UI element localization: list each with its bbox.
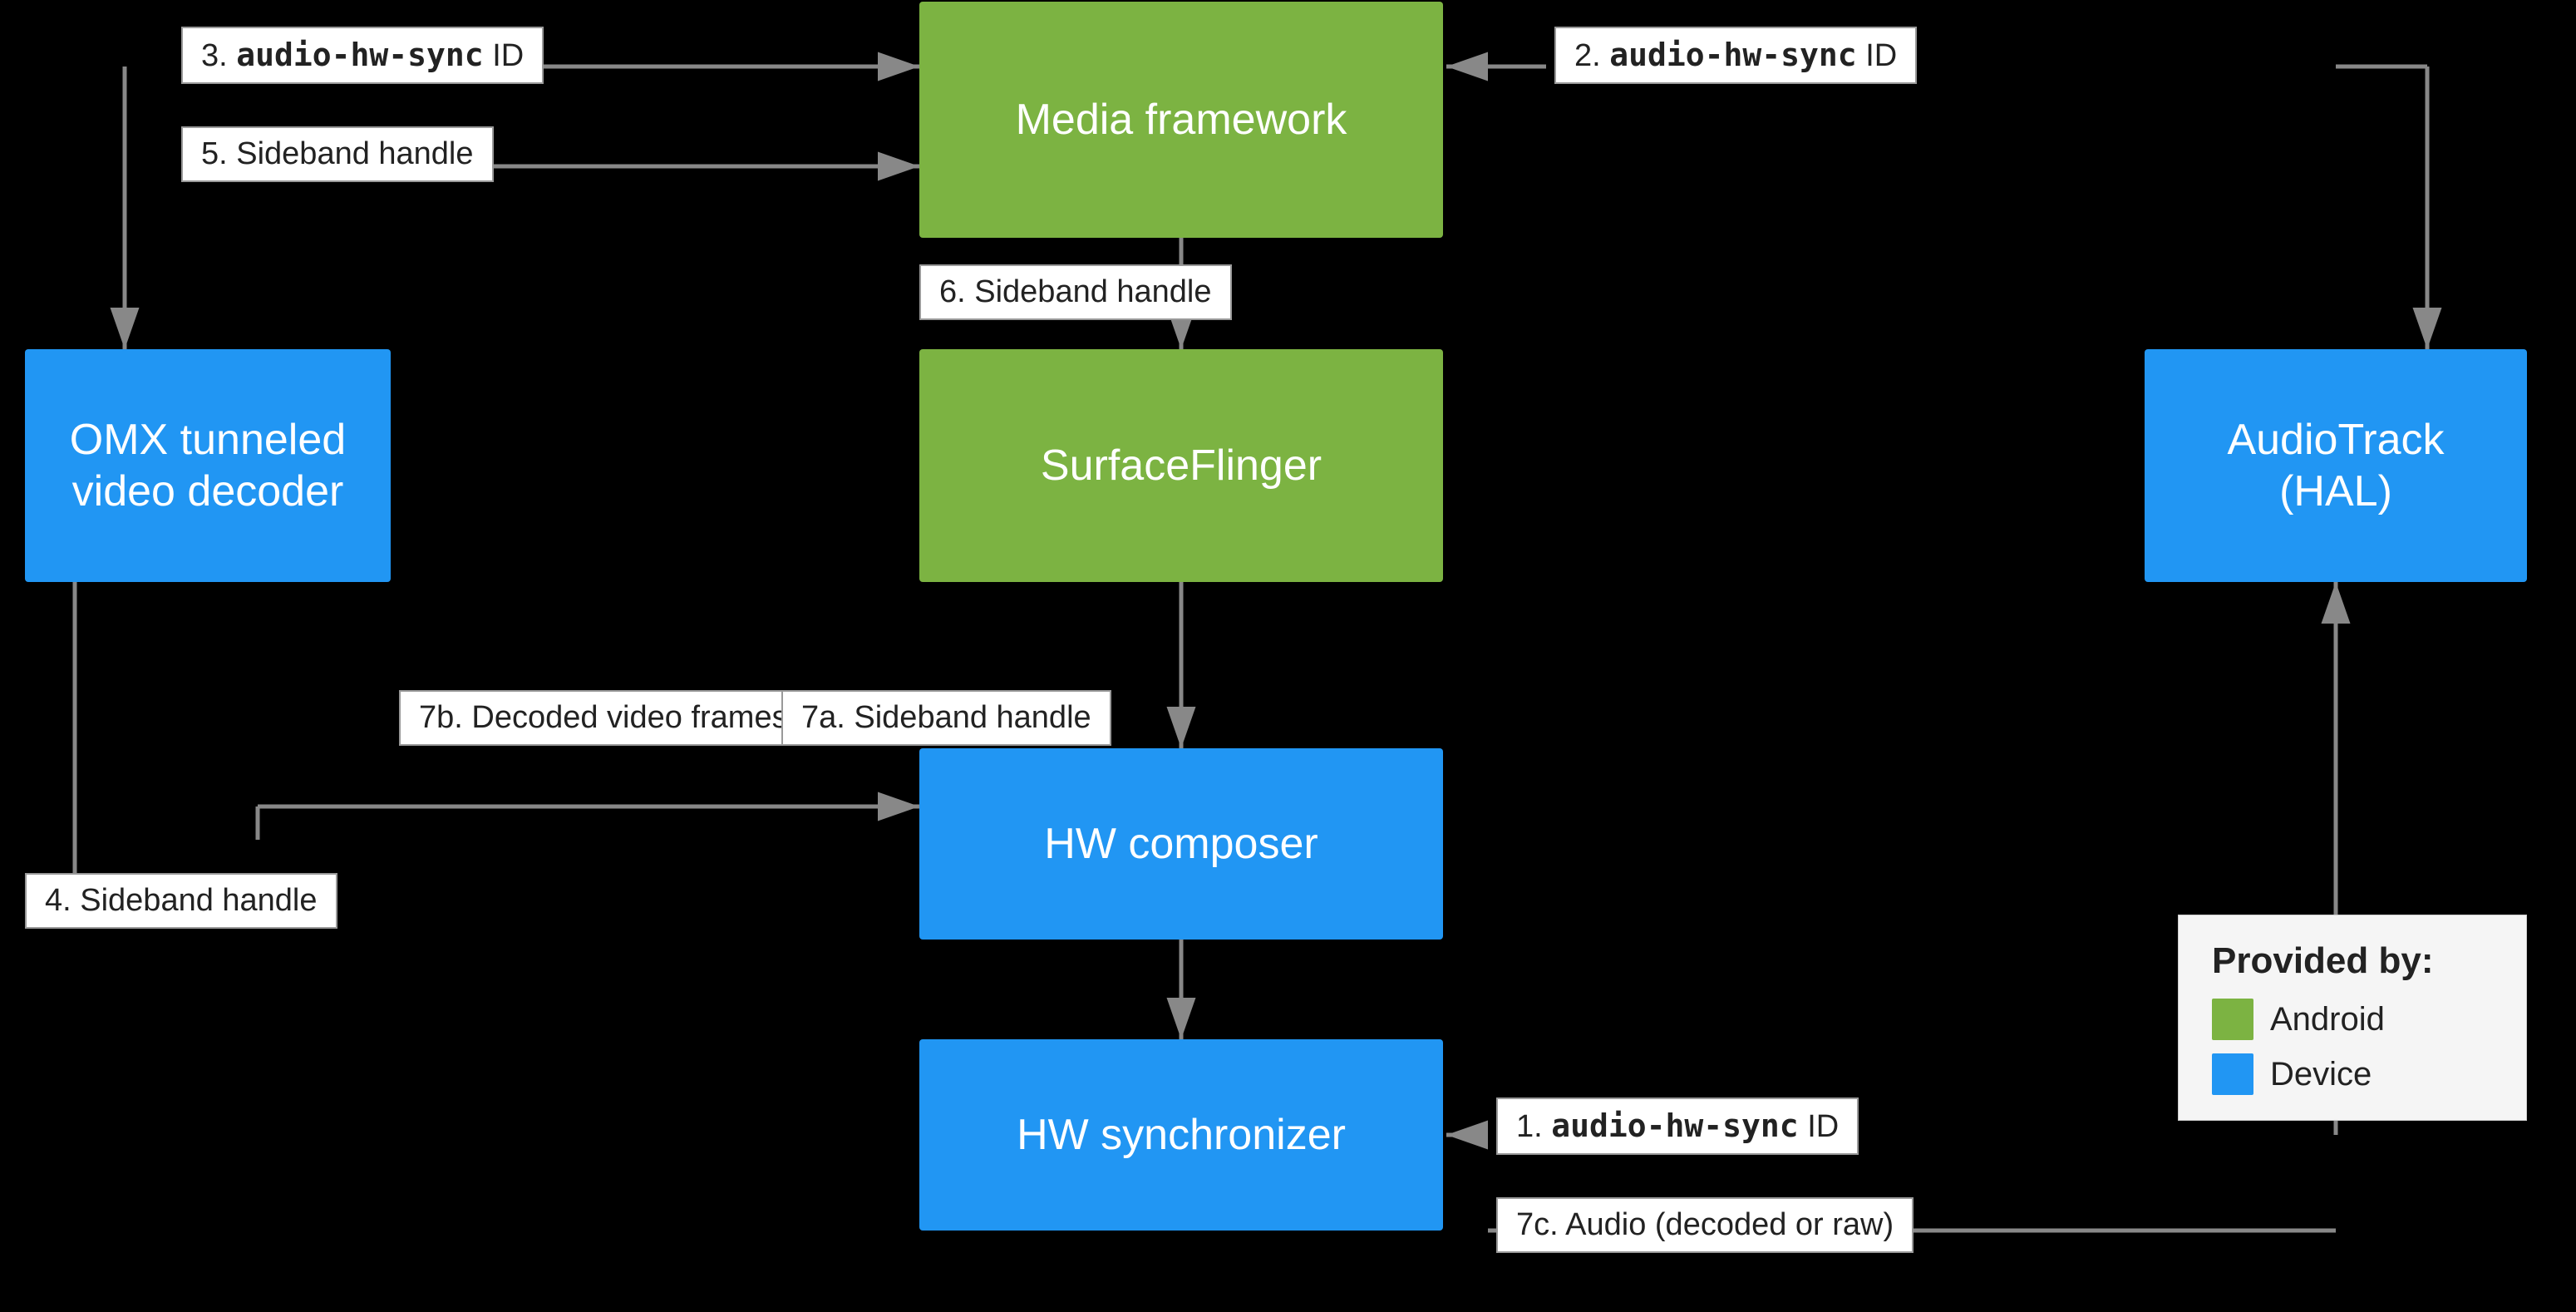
label-step2: 2. audio-hw-sync ID xyxy=(1554,27,1917,84)
hw-composer-label: HW composer xyxy=(1027,810,1334,878)
omx-decoder-block: OMX tunneledvideo decoder xyxy=(25,349,391,582)
legend: Provided by: Android Device xyxy=(2178,915,2527,1121)
label-step5: 5. Sideband handle xyxy=(181,126,494,182)
legend-swatch-device xyxy=(2212,1053,2253,1095)
label-step7b: 7b. Decoded video frames xyxy=(399,690,808,746)
legend-swatch-android xyxy=(2212,999,2253,1040)
legend-item-android: Android xyxy=(2212,999,2493,1040)
media-framework-label: Media framework xyxy=(999,86,1364,154)
omx-decoder-label: OMX tunneledvideo decoder xyxy=(53,406,362,526)
hw-synchronizer-block: HW synchronizer xyxy=(919,1039,1443,1231)
label-step1: 1. audio-hw-sync ID xyxy=(1496,1097,1859,1155)
audiotrack-label: AudioTrack(HAL) xyxy=(2210,406,2460,526)
audiotrack-block: AudioTrack(HAL) xyxy=(2145,349,2527,582)
hw-composer-block: HW composer xyxy=(919,748,1443,940)
legend-label-android: Android xyxy=(2270,1001,2385,1038)
label-step4: 4. Sideband handle xyxy=(25,873,337,929)
label-step7a: 7a. Sideband handle xyxy=(781,690,1111,746)
legend-title: Provided by: xyxy=(2212,940,2493,982)
label-step3: 3. audio-hw-sync ID xyxy=(181,27,544,84)
label-step6: 6. Sideband handle xyxy=(919,264,1232,320)
surface-flinger-block: SurfaceFlinger xyxy=(919,349,1443,582)
label-step7c: 7c. Audio (decoded or raw) xyxy=(1496,1197,1914,1253)
legend-label-device: Device xyxy=(2270,1056,2372,1093)
hw-synchronizer-label: HW synchronizer xyxy=(1000,1101,1362,1169)
media-framework-block: Media framework xyxy=(919,2,1443,238)
surface-flinger-label: SurfaceFlinger xyxy=(1024,432,1338,500)
legend-item-device: Device xyxy=(2212,1053,2493,1095)
